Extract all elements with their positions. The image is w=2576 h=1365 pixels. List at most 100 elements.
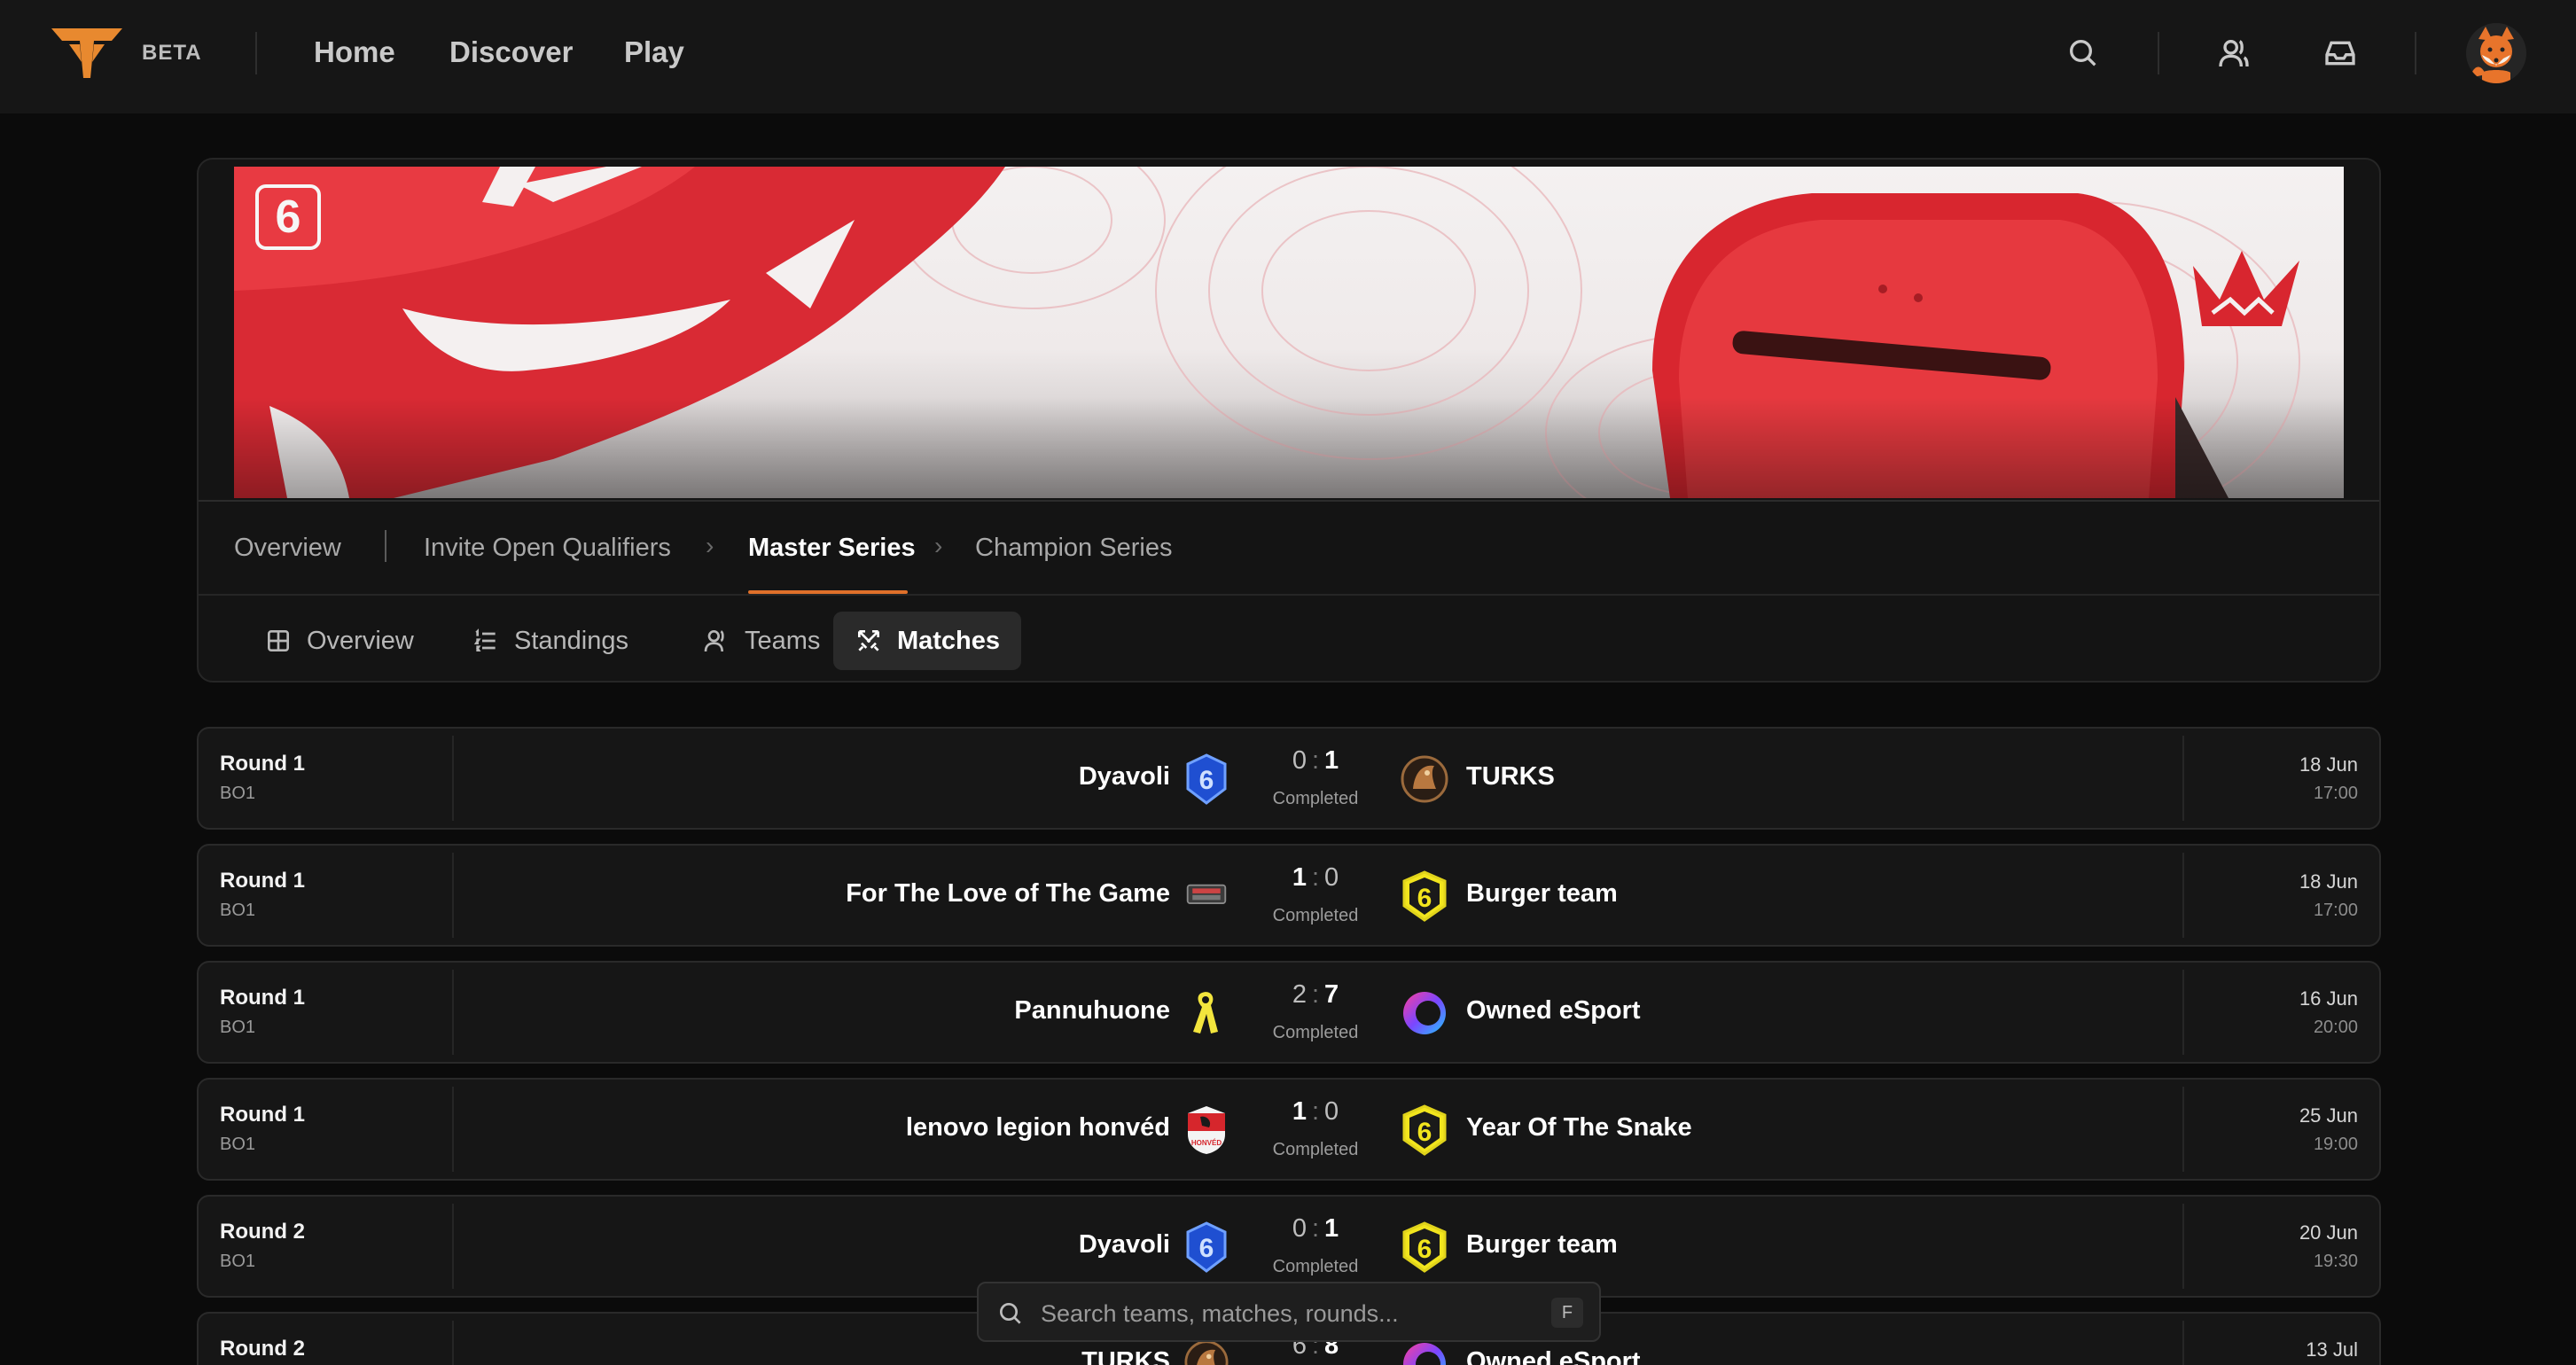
avatar[interactable]: [2466, 23, 2526, 83]
team-a-name[interactable]: For The Love of The Game: [846, 879, 1170, 909]
team-b-logo-icon: 6: [1401, 1104, 1448, 1156]
match-time: 20:00: [2313, 1018, 2358, 1037]
match-round: Round 1: [220, 1103, 305, 1127]
match-score: 0:1: [1250, 1214, 1381, 1244]
team-a-name[interactable]: Dyavoli: [1079, 1230, 1170, 1260]
search-shortcut-key: F: [1551, 1298, 1583, 1328]
tab-matches[interactable]: Matches: [833, 612, 1021, 670]
row-divider: [452, 1204, 454, 1289]
team-b-name[interactable]: Burger team: [1466, 1230, 1618, 1260]
tab-standings[interactable]: Standings: [450, 612, 650, 670]
score-separator: :: [1311, 1097, 1320, 1126]
score-team-b: 0: [1324, 1097, 1339, 1126]
score-team-a: 0: [1292, 746, 1307, 775]
score-separator: :: [1311, 863, 1320, 892]
score-team-b: 7: [1324, 980, 1339, 1009]
svg-text:6: 6: [1417, 1235, 1432, 1264]
match-row[interactable]: Round 1 BO1 Pannuhuone 2:7 Completed Owned eS…: [197, 961, 2381, 1064]
svg-text:6: 6: [1199, 1234, 1214, 1263]
tournament-card: 6 Overview Invite Open Qualifiers › Mast…: [197, 158, 2381, 682]
swords-icon: [857, 630, 879, 651]
nav-play[interactable]: Play: [624, 35, 684, 69]
svg-text:6: 6: [1417, 884, 1432, 913]
team-a-logo-icon: [1184, 870, 1229, 922]
score-team-b: 1: [1324, 746, 1339, 775]
row-divider: [452, 1087, 454, 1172]
score-team-a: 1: [1292, 863, 1307, 892]
list-ordered-icon: [473, 628, 496, 651]
stage-tab-invite-open-qualifiers[interactable]: Invite Open Qualifiers: [424, 534, 671, 563]
row-divider: [452, 970, 454, 1055]
nav-divider: [2158, 32, 2159, 74]
nav-divider: [2415, 32, 2416, 74]
team-b-name[interactable]: TURKS: [1466, 762, 1555, 792]
match-date: 25 Jun: [2299, 1104, 2358, 1127]
team-a-name[interactable]: Pannuhuone: [1014, 996, 1170, 1026]
match-format: BO1: [220, 1252, 256, 1271]
nav-home[interactable]: Home: [314, 35, 395, 69]
match-row[interactable]: Round 1 BO1 lenovo legion honvéd HONVÉD 1:0 C…: [197, 1078, 2381, 1181]
match-date: 16 Jun: [2299, 987, 2358, 1010]
nav-divider: [255, 32, 257, 74]
team-b-name[interactable]: Burger team: [1466, 879, 1618, 909]
team-b-name[interactable]: Owned eSport: [1466, 996, 1641, 1026]
nav-discover[interactable]: Discover: [449, 35, 573, 69]
team-b-logo-icon: [1401, 987, 1448, 1039]
match-score: 1:0: [1250, 1097, 1381, 1127]
team-b-logo-icon: [1401, 753, 1448, 805]
score-separator: :: [1311, 1214, 1320, 1243]
active-tab-indicator: [748, 590, 908, 594]
sub-tabs: Overview Standings Teams Matches: [199, 597, 2379, 681]
match-time: 19:00: [2313, 1135, 2358, 1154]
friends-icon[interactable]: [2216, 35, 2252, 71]
tab-matches-label: Matches: [896, 626, 1000, 655]
match-row[interactable]: Round 1 BO1 For The Love of The Game 1:0 Com…: [197, 844, 2381, 947]
match-status: Completed: [1272, 789, 1359, 808]
tournament-banner: 6: [234, 167, 2344, 498]
match-status: Completed: [1272, 1257, 1359, 1276]
row-divider: [2182, 853, 2184, 938]
row-divider: [2182, 970, 2184, 1055]
row-divider: [2182, 736, 2184, 821]
match-format: BO1: [220, 1135, 256, 1154]
match-score: 0:1: [1250, 746, 1381, 776]
stage-tab-master-series[interactable]: Master Series: [748, 534, 916, 563]
team-a-name[interactable]: lenovo legion honvéd: [906, 1113, 1170, 1143]
beta-badge: BETA: [142, 41, 202, 65]
chevron-right-icon: ›: [706, 532, 714, 559]
search-input[interactable]: [1041, 1294, 1519, 1333]
team-b-name[interactable]: Year Of The Snake: [1466, 1113, 1692, 1143]
row-divider: [2182, 1087, 2184, 1172]
match-round: Round 1: [220, 869, 305, 893]
stage-tab-overview[interactable]: Overview: [234, 534, 341, 563]
fox-avatar-icon: [2470, 27, 2514, 83]
stage-divider: [385, 530, 386, 562]
top-nav: BETA Home Discover Play: [0, 0, 2576, 113]
match-time: 17:00: [2313, 901, 2358, 920]
team-a-name[interactable]: TURKS: [1081, 1347, 1170, 1365]
match-date: 20 Jun: [2299, 1221, 2358, 1244]
floating-search[interactable]: F: [977, 1282, 1601, 1342]
team-b-name[interactable]: Owned eSport: [1466, 1347, 1641, 1365]
score-separator: :: [1311, 980, 1320, 1009]
score-team-a: 1: [1292, 1097, 1307, 1126]
site-logo-icon[interactable]: [50, 25, 124, 82]
banner-art: 6: [234, 167, 2344, 498]
match-date: 18 Jun: [2299, 870, 2358, 893]
team-a-name[interactable]: Dyavoli: [1079, 762, 1170, 792]
team-a-logo-icon: 6: [1184, 753, 1229, 805]
match-time: 19:30: [2313, 1252, 2358, 1271]
score-separator: :: [1311, 746, 1320, 775]
stage-tab-champion-series[interactable]: Champion Series: [975, 534, 1172, 563]
stage-tabs: Overview Invite Open Qualifiers › Master…: [199, 502, 2379, 596]
tab-teams-label: Teams: [745, 626, 821, 655]
score-team-b: 0: [1324, 863, 1339, 892]
match-row[interactable]: Round 1 BO1 Dyavoli 6 0:1 Completed TURKS 18 Ju…: [197, 727, 2381, 830]
match-status: Completed: [1272, 1140, 1359, 1159]
search-icon[interactable]: [2065, 35, 2101, 71]
match-round: Round 2: [220, 1337, 305, 1361]
team-a-logo-icon: [1184, 987, 1229, 1039]
tab-overview[interactable]: Overview: [243, 612, 435, 670]
tab-teams[interactable]: Teams: [681, 612, 841, 670]
inbox-icon[interactable]: [2322, 35, 2358, 71]
